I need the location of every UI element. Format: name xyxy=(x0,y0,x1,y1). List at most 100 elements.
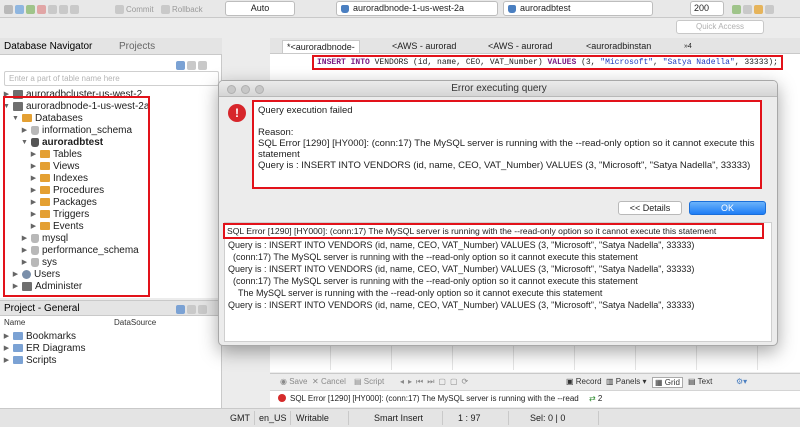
sql-statement[interactable]: INSERT INTO VENDORS (id, name, CEO, VAT_… xyxy=(312,55,783,70)
project-item-label: Bookmarks xyxy=(26,330,77,342)
log-icon: ⇄ xyxy=(588,394,596,403)
datasource-label: auroradbnode-1-us-west-2a xyxy=(353,3,465,13)
details-line: Query is : INSERT INTO VENDORS (id, name… xyxy=(228,300,695,310)
column-name-header: Name xyxy=(4,318,26,327)
project-item-bookmarks[interactable]: ▶ Bookmarks xyxy=(3,330,76,342)
details-line: Query is : INSERT INTO VENDORS (id, name… xyxy=(228,264,695,274)
details-line: The MySQL server is running with the --r… xyxy=(238,288,603,298)
navigation-icons[interactable]: ◂▸⏮⏭▢▢⟳ xyxy=(400,377,472,387)
datasource-icon xyxy=(341,5,349,13)
help-icon xyxy=(765,4,774,14)
editor-mode: Writable xyxy=(296,413,329,423)
column-datasource-header: DataSource xyxy=(114,318,157,327)
locale: en_US xyxy=(259,413,287,423)
rollback-button[interactable]: Rollback xyxy=(161,2,203,16)
transaction-mode-select[interactable]: Auto xyxy=(225,1,295,16)
connect-icon xyxy=(26,4,35,14)
collapse-icon xyxy=(187,60,196,70)
sql-string: "Microsoft" xyxy=(600,58,654,67)
error-details-highlight: SQL Error [1290] [HY000]: (conn:17) The … xyxy=(223,223,764,239)
commit-label: Commit xyxy=(126,4,154,14)
save-button[interactable]: ◉ Save xyxy=(280,377,307,386)
scripts-icon xyxy=(13,356,23,364)
record-button[interactable]: ▣ Record xyxy=(566,377,602,386)
sql-keyword: INSERT INTO xyxy=(317,58,370,67)
cursor-position: 1 : 97 xyxy=(458,413,481,423)
disconnect-icon xyxy=(37,4,46,14)
editor-tab-1[interactable]: *<auroradbnode- xyxy=(282,40,360,53)
status-bar: GMT en_US Writable Smart Insert 1 : 97 S… xyxy=(0,408,800,427)
commit-button[interactable]: Commit xyxy=(115,2,154,16)
project-item-scripts[interactable]: ▶ Scripts xyxy=(3,354,57,366)
dialog-title: Error executing query xyxy=(219,81,777,97)
details-line: (conn:17) The MySQL server is running wi… xyxy=(233,276,638,286)
error-icon: ! xyxy=(228,104,246,122)
navigator-toolbar[interactable] xyxy=(176,58,207,72)
database-select[interactable]: auroradbtest xyxy=(503,1,653,16)
filter-icon xyxy=(15,4,24,14)
sql-string: "Satya Nadella" xyxy=(662,58,735,67)
highlight-navigator-tree xyxy=(3,96,150,297)
sql-text: VENDORS (id, name, CEO, VAT_Number) xyxy=(369,58,548,67)
quick-access-input[interactable]: Quick Access xyxy=(676,20,764,34)
message-line: ​ xyxy=(258,116,756,127)
status-divider xyxy=(348,411,349,425)
minimize-icon[interactable] xyxy=(241,85,250,94)
tab-project-general[interactable]: Project - General xyxy=(4,303,80,314)
toolbar-icons-right[interactable] xyxy=(732,2,774,16)
datasource-select[interactable]: auroradbnode-1-us-west-2a xyxy=(336,1,498,16)
maximize-icon xyxy=(198,304,207,314)
pencil-icon xyxy=(754,4,763,14)
project-item-label: Scripts xyxy=(26,354,57,366)
cancel-button[interactable]: ✕ Cancel xyxy=(312,377,346,386)
sql-text: , 33333); xyxy=(734,58,778,67)
ok-button[interactable]: OK xyxy=(689,201,766,215)
database-label: auroradbtest xyxy=(520,3,571,13)
script-button[interactable]: ▤ Script xyxy=(354,377,384,386)
gear-icon[interactable]: ⚙▾ xyxy=(736,377,747,386)
grid-button[interactable]: ▦ Grid xyxy=(652,377,683,388)
result-limit-input[interactable]: 200 xyxy=(690,1,724,16)
chevron-right-icon: ▶ xyxy=(3,345,10,352)
tab-database-navigator[interactable]: Database Navigator xyxy=(4,41,92,52)
sql-keyword: VALUES xyxy=(547,58,577,67)
text-label: Text xyxy=(697,377,713,386)
minimize-icon xyxy=(187,304,196,314)
editor-tab-4[interactable]: <auroradbinstan xyxy=(582,40,655,53)
project-toolbar[interactable] xyxy=(176,302,207,316)
save-label: Save xyxy=(289,377,308,386)
error-icon xyxy=(278,394,286,402)
status-divider xyxy=(598,411,599,425)
panels-label: Panels xyxy=(615,377,641,386)
diagram-icon xyxy=(13,344,23,352)
link-icon xyxy=(176,60,185,70)
table-filter-input[interactable]: Enter a part of table name here xyxy=(4,71,219,86)
toolbar-icons-left[interactable] xyxy=(4,2,79,16)
close-icon[interactable] xyxy=(227,85,236,94)
tab-projects[interactable]: Projects xyxy=(119,41,155,52)
execution-message-bar[interactable]: SQL Error [1290] [HY000]: (conn:17) The … xyxy=(270,390,800,407)
commit-icon xyxy=(115,4,124,14)
status-divider xyxy=(290,411,291,425)
message-line: Query execution failed xyxy=(258,105,353,116)
timezone: GMT xyxy=(230,413,250,423)
editor-tab-3[interactable]: <AWS - aurorad xyxy=(484,40,556,53)
panels-button[interactable]: ▥ Panels ▾ xyxy=(606,377,647,386)
details-button[interactable]: << Details xyxy=(618,201,682,215)
error-count: 2 xyxy=(597,394,603,403)
zoom-icon[interactable] xyxy=(255,85,264,94)
bookmarks-icon xyxy=(13,332,23,340)
expand-icon xyxy=(4,4,13,14)
status-divider xyxy=(254,411,255,425)
status-divider xyxy=(508,411,509,425)
text-button[interactable]: ▤ Text xyxy=(688,377,712,386)
run-icon xyxy=(732,4,741,14)
message-line: SQL Error [1290] [HY000]: (conn:17) The … xyxy=(258,138,758,160)
editor-tabs-overflow[interactable]: »4 xyxy=(680,40,696,53)
editor-tab-2[interactable]: <AWS - aurorad xyxy=(388,40,460,53)
details-line: (conn:17) The MySQL server is running wi… xyxy=(233,252,638,262)
sql-text: (3, xyxy=(576,58,601,67)
project-item-er-diagrams[interactable]: ▶ ER Diagrams xyxy=(3,342,86,354)
navigator-tabbar: Database Navigator Projects xyxy=(0,38,222,55)
editor-tabbar: *<auroradbnode- <AWS - aurorad <AWS - au… xyxy=(270,38,800,54)
